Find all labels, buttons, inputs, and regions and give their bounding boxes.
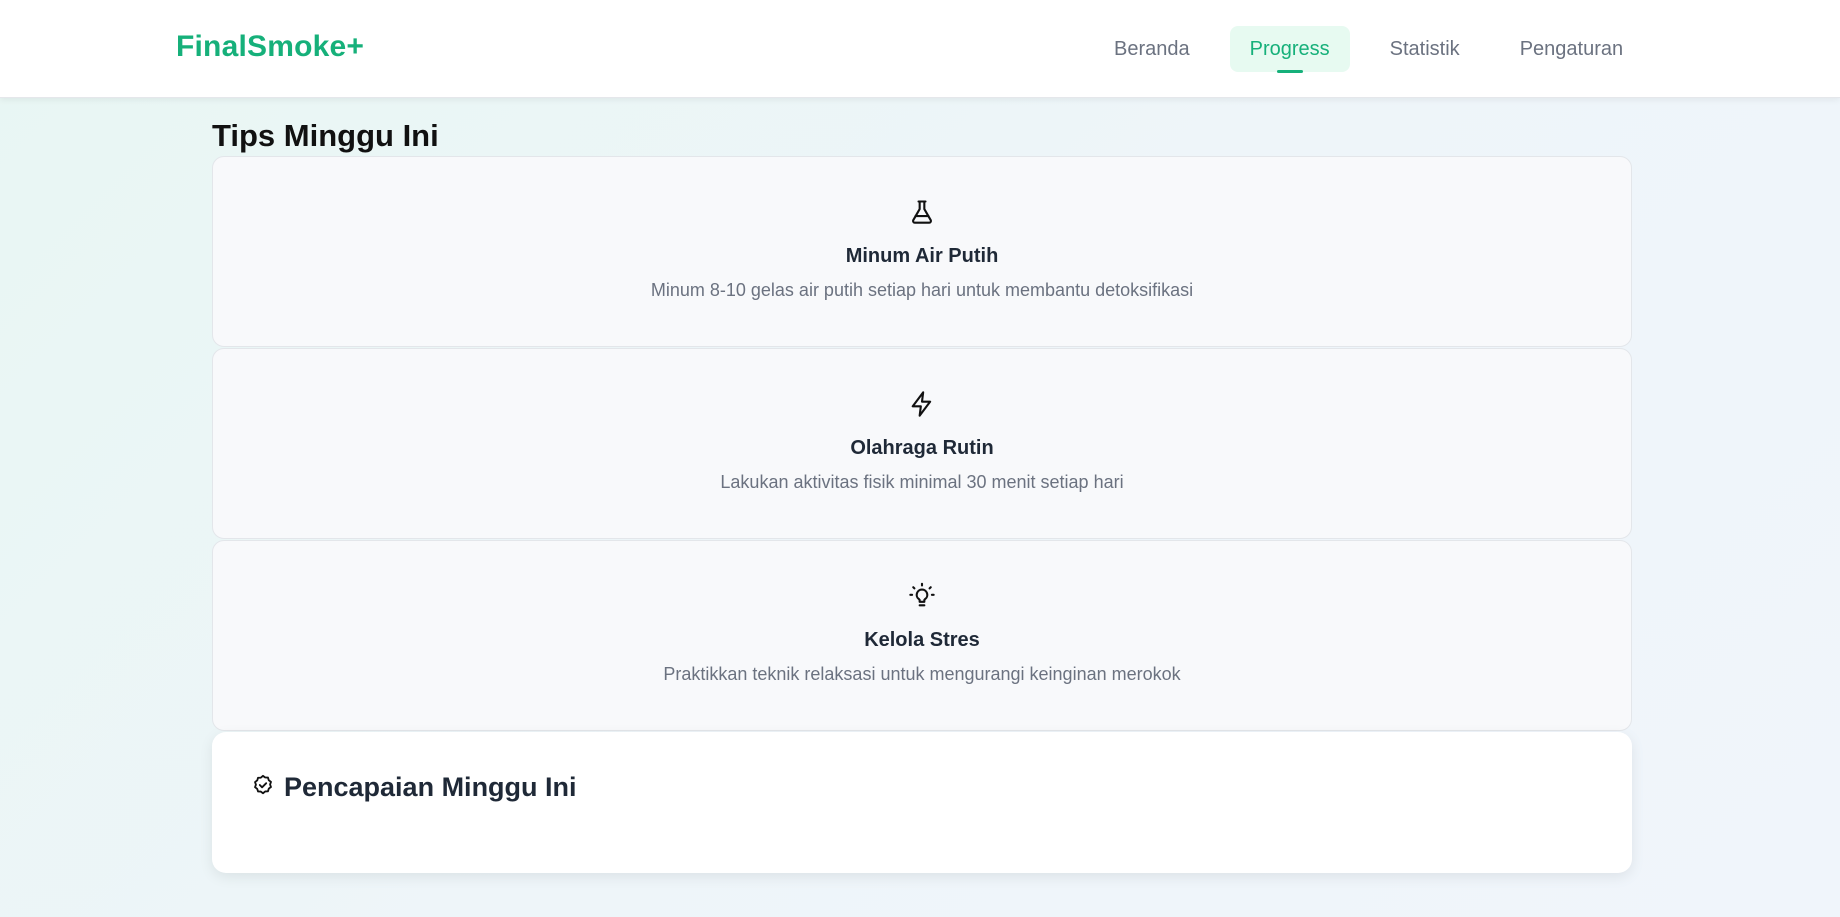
lightbulb-icon bbox=[907, 581, 937, 611]
tip-description: Minum 8-10 gelas air putih setiap hari u… bbox=[650, 280, 1194, 300]
lightning-icon bbox=[907, 389, 937, 419]
app-logo[interactable]: FinalSmoke+ bbox=[176, 30, 364, 64]
nav-item-progress[interactable]: Progress bbox=[1229, 26, 1350, 72]
tip-title: Olahraga Rutin bbox=[850, 437, 994, 459]
top-header: FinalSmoke+ Beranda Progress Statistik P… bbox=[0, 0, 1840, 98]
nav-item-pengaturan[interactable]: Pengaturan bbox=[1500, 26, 1643, 72]
tip-card-exercise: Olahraga Rutin Lakukan aktivitas fisik m… bbox=[212, 348, 1632, 539]
tip-card-stress: Kelola Stres Praktikkan teknik relaksasi… bbox=[212, 540, 1632, 731]
tip-description: Praktikkan teknik relaksasi untuk mengur… bbox=[663, 664, 1181, 684]
nav-item-statistik[interactable]: Statistik bbox=[1370, 26, 1480, 72]
tip-title: Minum Air Putih bbox=[845, 245, 999, 267]
tip-description: Lakukan aktivitas fisik minimal 30 menit… bbox=[720, 472, 1124, 492]
tips-section-title: Tips Minggu Ini bbox=[212, 118, 439, 153]
achievement-title: Pencapaian Minggu Ini bbox=[284, 772, 577, 802]
flask-icon bbox=[907, 197, 937, 227]
badge-check-icon bbox=[252, 774, 274, 801]
tip-title: Kelola Stres bbox=[864, 629, 980, 651]
achievement-header: Pencapaian Minggu Ini bbox=[252, 772, 577, 803]
nav-item-beranda[interactable]: Beranda bbox=[1094, 26, 1210, 72]
tip-card-water: Minum Air Putih Minum 8-10 gelas air put… bbox=[212, 156, 1632, 347]
tips-list: Minum Air Putih Minum 8-10 gelas air put… bbox=[212, 156, 1632, 732]
achievement-card: Pencapaian Minggu Ini bbox=[212, 732, 1632, 873]
main-nav: Beranda Progress Statistik Pengaturan bbox=[1094, 26, 1663, 72]
